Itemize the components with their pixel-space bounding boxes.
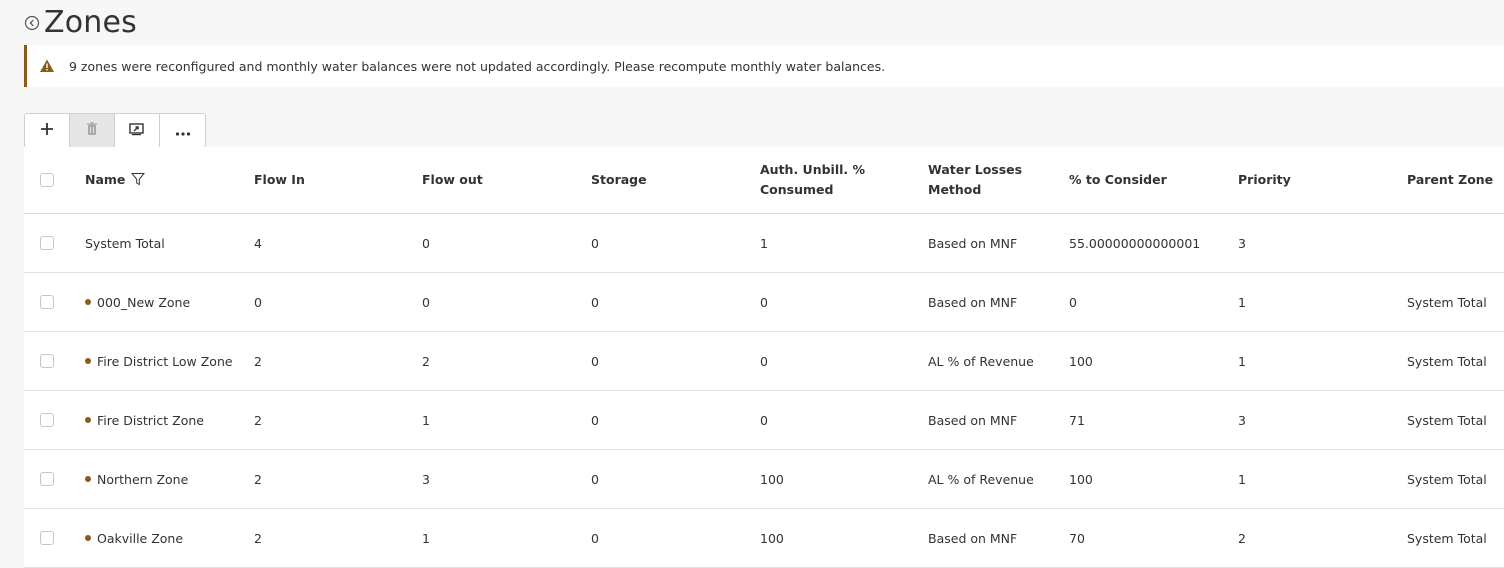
priority-value: 3	[1238, 412, 1246, 428]
column-header-priority[interactable]: Priority	[1238, 170, 1291, 190]
water-losses-method-value: Based on MNF	[928, 294, 1018, 310]
select-all-checkbox[interactable]	[40, 173, 54, 187]
flow-out-value: 1	[422, 412, 430, 428]
percent-to-consider-value: 71	[1069, 412, 1085, 428]
column-header-parent-zone[interactable]: Parent Zone	[1407, 170, 1493, 190]
page-header: Zones	[24, 4, 137, 42]
zone-status-dot	[85, 358, 91, 364]
water-losses-method-value: AL % of Revenue	[928, 471, 1034, 487]
water-losses-method-value: AL % of Revenue	[928, 353, 1034, 369]
filter-icon[interactable]	[131, 172, 146, 186]
priority-value: 3	[1238, 235, 1246, 251]
row-checkbox[interactable]	[40, 354, 54, 368]
flow-out-value: 0	[422, 235, 430, 251]
percent-to-consider-value: 0	[1069, 294, 1077, 310]
table-header-row: Name Flow In Flow out Storage Auth. Unbi…	[24, 147, 1504, 214]
row-checkbox[interactable]	[40, 413, 54, 427]
column-header-flow-out[interactable]: Flow out	[422, 170, 483, 190]
percent-to-consider-value: 70	[1069, 530, 1085, 546]
table-row[interactable]: Fire District Low Zone 2 2 0 0 AL % of R…	[24, 332, 1504, 391]
table-row[interactable]: System Total 4 0 0 1 Based on MNF 55.000…	[24, 214, 1504, 273]
percent-to-consider-value: 55.00000000000001	[1069, 235, 1201, 251]
parent-zone-value: System Total	[1407, 530, 1487, 546]
table-row[interactable]: Fire District Zone 2 1 0 0 Based on MNF …	[24, 391, 1504, 450]
table-toolbar	[24, 113, 206, 148]
auth-unbilled-value: 0	[760, 294, 768, 310]
more-button[interactable]	[160, 114, 205, 147]
flow-out-value: 1	[422, 530, 430, 546]
auth-unbilled-value: 1	[760, 235, 768, 251]
back-icon[interactable]	[24, 15, 40, 31]
export-button[interactable]	[115, 114, 160, 147]
flow-out-value: 0	[422, 294, 430, 310]
page-title: Zones	[44, 5, 138, 40]
priority-value: 1	[1238, 471, 1246, 487]
water-losses-method-value: Based on MNF	[928, 235, 1018, 251]
priority-value: 1	[1238, 353, 1246, 369]
row-checkbox[interactable]	[40, 236, 54, 250]
flow-in-value: 2	[254, 353, 262, 369]
table-row[interactable]: Northern Zone 2 3 0 100 AL % of Revenue …	[24, 450, 1504, 509]
delete-button[interactable]	[70, 114, 115, 147]
storage-value: 0	[591, 235, 599, 251]
more-icon	[175, 121, 191, 140]
flow-in-value: 0	[254, 294, 262, 310]
zones-table: Name Flow In Flow out Storage Auth. Unbi…	[24, 147, 1504, 568]
plus-icon	[40, 121, 54, 140]
row-checkbox[interactable]	[40, 472, 54, 486]
storage-value: 0	[591, 353, 599, 369]
column-header-water-losses-method[interactable]: Water Losses Method	[928, 160, 1022, 200]
column-header-percent-to-consider[interactable]: % to Consider	[1069, 170, 1167, 190]
auth-unbilled-value: 100	[760, 471, 784, 487]
storage-value: 0	[591, 471, 599, 487]
auth-unbilled-value: 100	[760, 530, 784, 546]
zone-name: Northern Zone	[85, 472, 188, 487]
water-losses-method-value: Based on MNF	[928, 530, 1018, 546]
auth-unbilled-value: 0	[760, 412, 768, 428]
row-checkbox[interactable]	[40, 295, 54, 309]
zone-status-dot	[85, 417, 91, 423]
auth-unbilled-value: 0	[760, 353, 768, 369]
trash-icon	[86, 121, 98, 140]
parent-zone-value: System Total	[1407, 294, 1487, 310]
priority-value: 1	[1238, 294, 1246, 310]
flow-out-value: 2	[422, 353, 430, 369]
parent-zone-value: System Total	[1407, 471, 1487, 487]
warning-icon	[39, 58, 55, 74]
flow-in-value: 2	[254, 412, 262, 428]
percent-to-consider-value: 100	[1069, 353, 1093, 369]
table-row[interactable]: Oakville Zone 2 1 0 100 Based on MNF 70 …	[24, 509, 1504, 568]
column-header-name[interactable]: Name	[85, 170, 146, 190]
warning-message: 9 zones were reconfigured and monthly wa…	[69, 58, 886, 74]
storage-value: 0	[591, 412, 599, 428]
column-header-storage[interactable]: Storage	[591, 170, 647, 190]
warning-banner: 9 zones were reconfigured and monthly wa…	[24, 45, 1504, 87]
water-losses-method-value: Based on MNF	[928, 412, 1018, 428]
column-header-auth-unbilled[interactable]: Auth. Unbill. % Consumed	[760, 160, 865, 200]
add-button[interactable]	[25, 114, 70, 147]
table-row[interactable]: 000_New Zone 0 0 0 0 Based on MNF 0 1 Sy…	[24, 273, 1504, 332]
flow-in-value: 2	[254, 530, 262, 546]
zone-name: Fire District Low Zone	[85, 354, 233, 369]
flow-out-value: 3	[422, 471, 430, 487]
zone-name: Oakville Zone	[85, 531, 183, 546]
flow-in-value: 4	[254, 235, 262, 251]
row-checkbox[interactable]	[40, 531, 54, 545]
zone-status-dot	[85, 535, 91, 541]
storage-value: 0	[591, 530, 599, 546]
storage-value: 0	[591, 294, 599, 310]
flow-in-value: 2	[254, 471, 262, 487]
zone-status-dot	[85, 299, 91, 305]
zone-name: Fire District Zone	[85, 413, 204, 428]
zone-name: System Total	[85, 235, 165, 251]
parent-zone-value: System Total	[1407, 412, 1487, 428]
parent-zone-value: System Total	[1407, 353, 1487, 369]
zone-name: 000_New Zone	[85, 295, 190, 310]
priority-value: 2	[1238, 530, 1246, 546]
zone-status-dot	[85, 476, 91, 482]
export-icon	[129, 121, 145, 140]
percent-to-consider-value: 100	[1069, 471, 1093, 487]
column-header-flow-in[interactable]: Flow In	[254, 170, 305, 190]
